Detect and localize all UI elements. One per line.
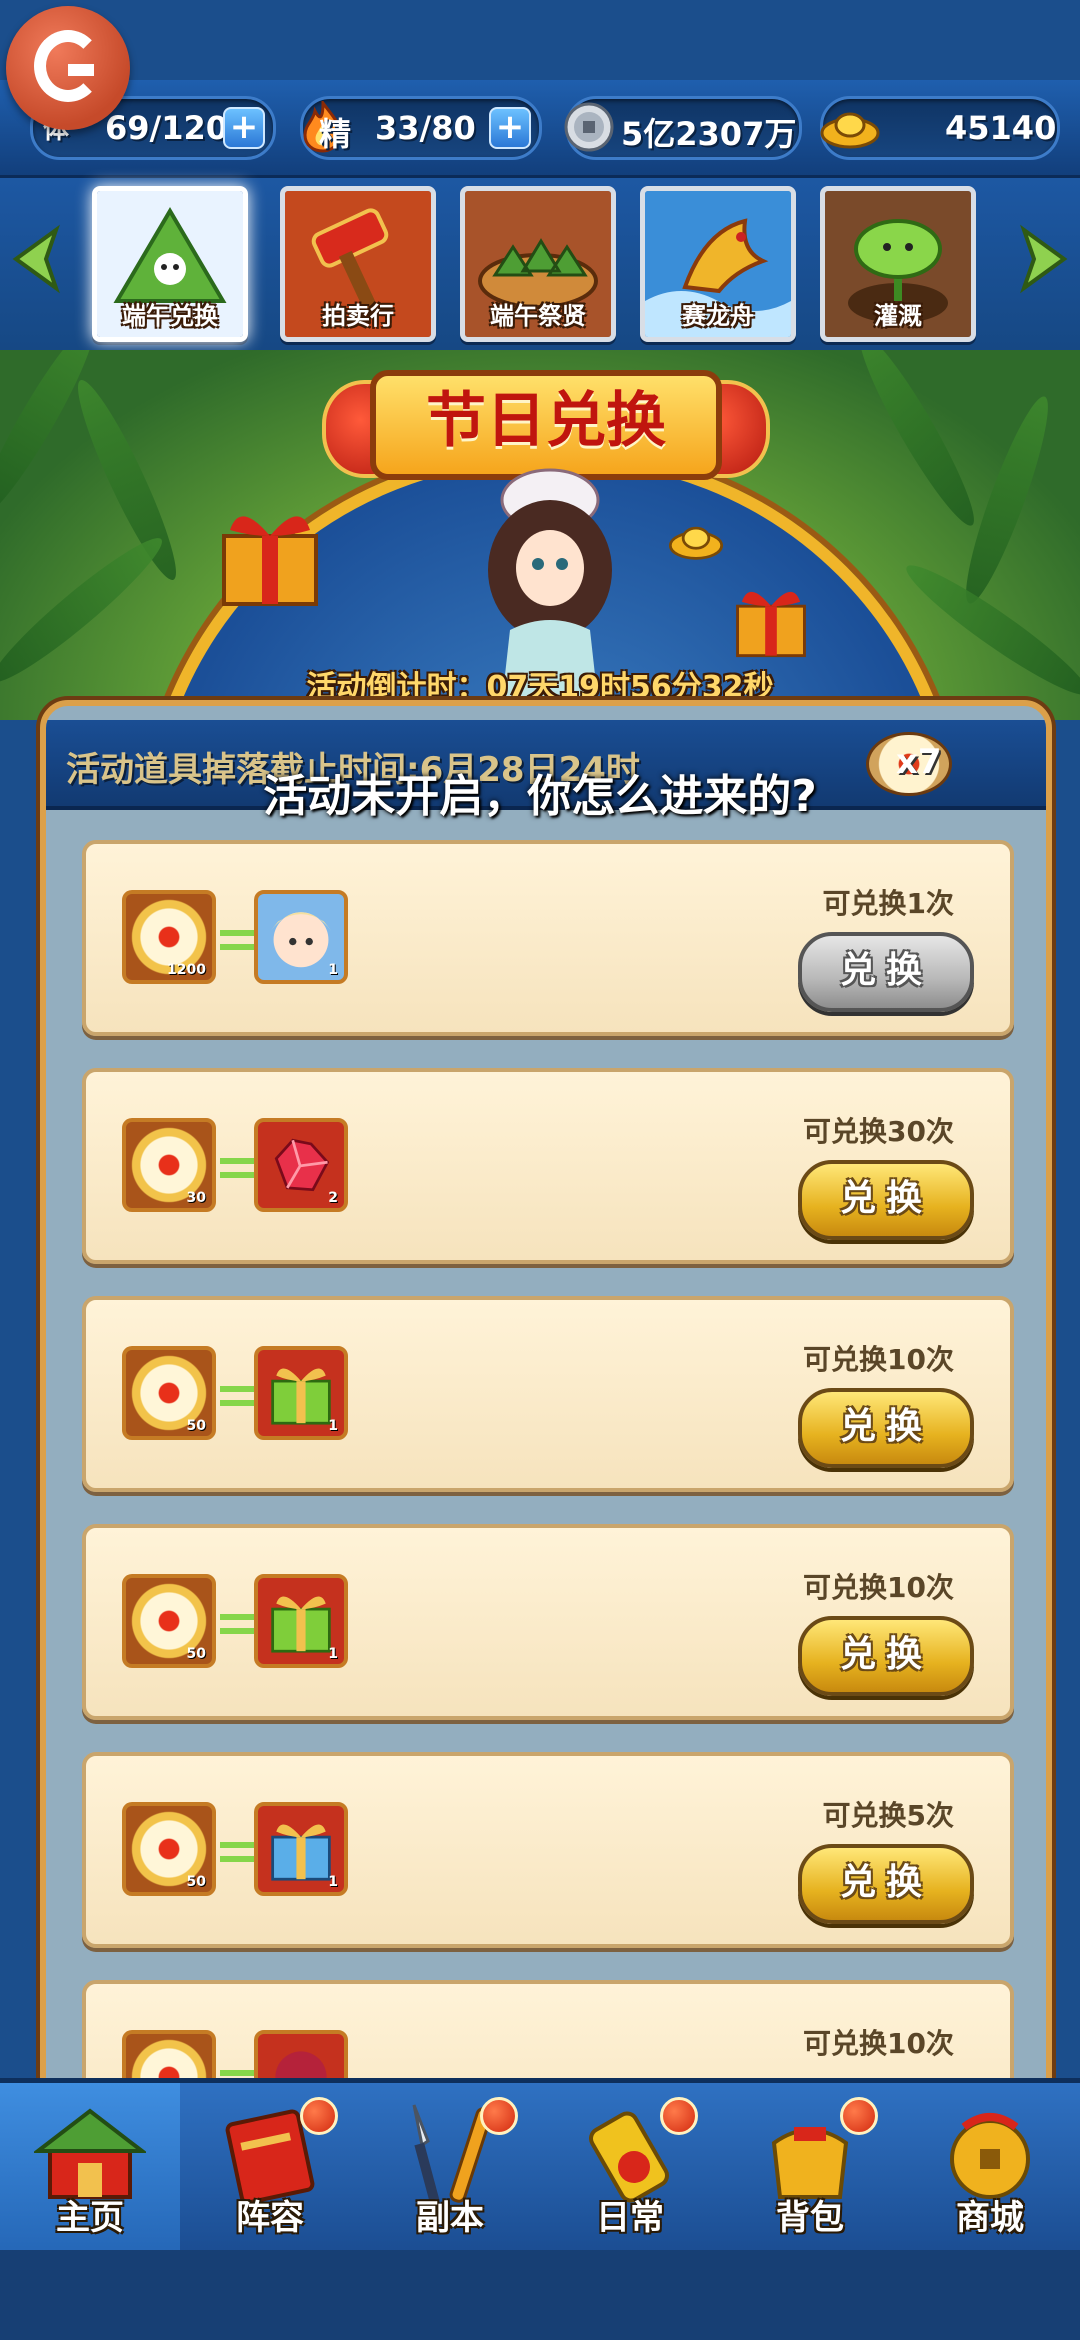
exchange-count: 可兑换10次	[803, 1571, 954, 1604]
equals-icon	[220, 1842, 256, 1862]
gold-ingot-icon	[668, 526, 724, 560]
tab-label: 灌溉	[874, 302, 922, 330]
cost-quantity: 50	[186, 1646, 206, 1662]
exchange-button[interactable]: 兑换	[798, 1160, 974, 1240]
cost-quantity: 50	[186, 1874, 206, 1890]
nav-item-label: 背包	[776, 2198, 844, 2238]
exchange-card: 1200 1 可兑换1次 兑换	[82, 840, 1014, 1036]
tab-irrigation[interactable]: 灌溉	[820, 186, 976, 342]
exchange-count: 可兑换1次	[822, 887, 954, 920]
resource-bar: 体 69/120 + 精 33/80 + 5亿2307万 45140	[0, 80, 1080, 179]
tab-auction-house[interactable]: 拍卖行	[280, 186, 436, 342]
red-gem-icon[interactable]: 2	[254, 1118, 348, 1212]
next-arrow-icon[interactable]	[1016, 224, 1074, 294]
nav-item-label: 主页	[56, 2198, 124, 2238]
reward-quantity: 1	[328, 1874, 338, 1890]
equals-icon	[220, 930, 256, 950]
tab-label: 赛龙舟	[682, 302, 754, 330]
notification-dot	[840, 2097, 878, 2135]
notification-dot	[300, 2097, 338, 2135]
blue-gift-icon[interactable]: 1	[254, 1802, 348, 1896]
equals-icon	[220, 1614, 256, 1634]
energy-value: 33/80	[375, 109, 476, 147]
exchange-button[interactable]: 兑换	[798, 1388, 974, 1468]
exchange-count: 可兑换10次	[803, 1343, 954, 1376]
salted-egg-icon: 50	[122, 1346, 216, 1440]
gift-box-icon	[736, 591, 806, 658]
exchange-card: 可兑换10次	[82, 1980, 1014, 2086]
equals-icon	[220, 1386, 256, 1406]
exchange-panel: 活动道具掉落截止时间:6月28日24时 x7 1200 1 可兑换1次 兑换 3…	[40, 700, 1052, 2092]
stamina-value: 69/120	[105, 109, 229, 147]
silver-pill: 5亿2307万	[564, 96, 802, 160]
toast-message: 活动未开启，你怎么进来的?	[263, 771, 817, 822]
tab-label: 拍卖行	[322, 302, 394, 330]
tab-dragon-boat-exchange[interactable]: 端午兑换	[92, 186, 248, 342]
cost-quantity: 1200	[167, 962, 206, 978]
cost-quantity: 30	[186, 1190, 206, 1206]
nav-item-5[interactable]: 商城	[900, 2083, 1080, 2253]
energy-label: 精	[319, 115, 352, 153]
tab-label: 端午兑换	[122, 302, 218, 330]
gold-pill: 45140	[820, 96, 1060, 160]
nav-item-label: 商城	[956, 2198, 1024, 2238]
salted-egg-icon: 50	[122, 1574, 216, 1668]
exchange-card: 30 2 可兑换30次 兑换	[82, 1068, 1014, 1264]
exchange-button[interactable]: 兑换	[798, 1844, 974, 1924]
prev-arrow-icon[interactable]	[6, 224, 64, 294]
tab-label: 端午祭贤	[490, 302, 586, 330]
notification-dot	[480, 2097, 518, 2135]
gold-ingot-icon	[820, 112, 880, 149]
nav-item-0[interactable]: 主页	[0, 2083, 180, 2253]
nav-item-3[interactable]: 日常	[540, 2083, 720, 2253]
gold-value: 45140	[945, 109, 1057, 147]
green-gift-icon[interactable]: 1	[254, 1346, 348, 1440]
exchange-card: 50 1 可兑换10次 兑换	[82, 1524, 1014, 1720]
footer-bar	[0, 2250, 1080, 2340]
nav-item-2[interactable]: 副本	[360, 2083, 540, 2253]
gift-box-icon	[222, 516, 318, 606]
exchange-count: 可兑换30次	[803, 1115, 954, 1148]
reward-quantity: 1	[328, 962, 338, 978]
silver-coin-icon	[564, 102, 614, 152]
exchange-count: 可兑换10次	[803, 2027, 954, 2060]
reward-quantity: 1	[328, 1646, 338, 1662]
silver-value: 5亿2307万	[621, 115, 797, 153]
event-banner: 节日兑换 活动倒计时：07天19时56分32秒	[0, 350, 1080, 720]
salted-egg-icon: 30	[122, 1118, 216, 1212]
exchange-button[interactable]: 兑换	[798, 1616, 974, 1696]
tab-dragon-boat-offering[interactable]: 端午祭贤	[460, 186, 616, 342]
nav-item-label: 阵容	[236, 2198, 304, 2238]
nav-item-label: 日常	[596, 2198, 664, 2238]
green-gift-icon[interactable]: 1	[254, 1574, 348, 1668]
nav-item-1[interactable]: 阵容	[180, 2083, 360, 2253]
hero-portrait-icon[interactable]: 1	[254, 890, 348, 984]
exchange-count: 可兑换5次	[822, 1799, 954, 1832]
energy-add-button[interactable]: +	[489, 107, 531, 149]
exchange-button[interactable]: 兑换	[798, 932, 974, 1012]
event-tab-strip: 端午兑换 拍卖行 端午祭贤 赛龙舟 灌溉	[0, 178, 1080, 350]
reward-quantity: 1	[328, 1418, 338, 1434]
notification-dot	[660, 2097, 698, 2135]
salted-egg-icon: 1200	[122, 890, 216, 984]
bottom-nav: 主页 阵容 副本 日常 背包 商城	[0, 2078, 1080, 2253]
nav-item-4[interactable]: 背包	[720, 2083, 900, 2253]
reward-quantity: 2	[328, 1190, 338, 1206]
salted-egg-icon: 50	[122, 1802, 216, 1896]
energy-pill: 精 33/80 +	[300, 96, 542, 160]
exchange-card: 50 1 可兑换5次 兑换	[82, 1752, 1014, 1948]
exchange-card: 50 1 可兑换10次 兑换	[82, 1296, 1014, 1492]
app-logo[interactable]	[6, 6, 130, 130]
equals-icon	[220, 1158, 256, 1178]
nav-item-label: 副本	[416, 2198, 484, 2238]
stamina-add-button[interactable]: +	[223, 107, 265, 149]
cost-quantity: 50	[186, 1418, 206, 1434]
tab-dragon-boat-race[interactable]: 赛龙舟	[640, 186, 796, 342]
